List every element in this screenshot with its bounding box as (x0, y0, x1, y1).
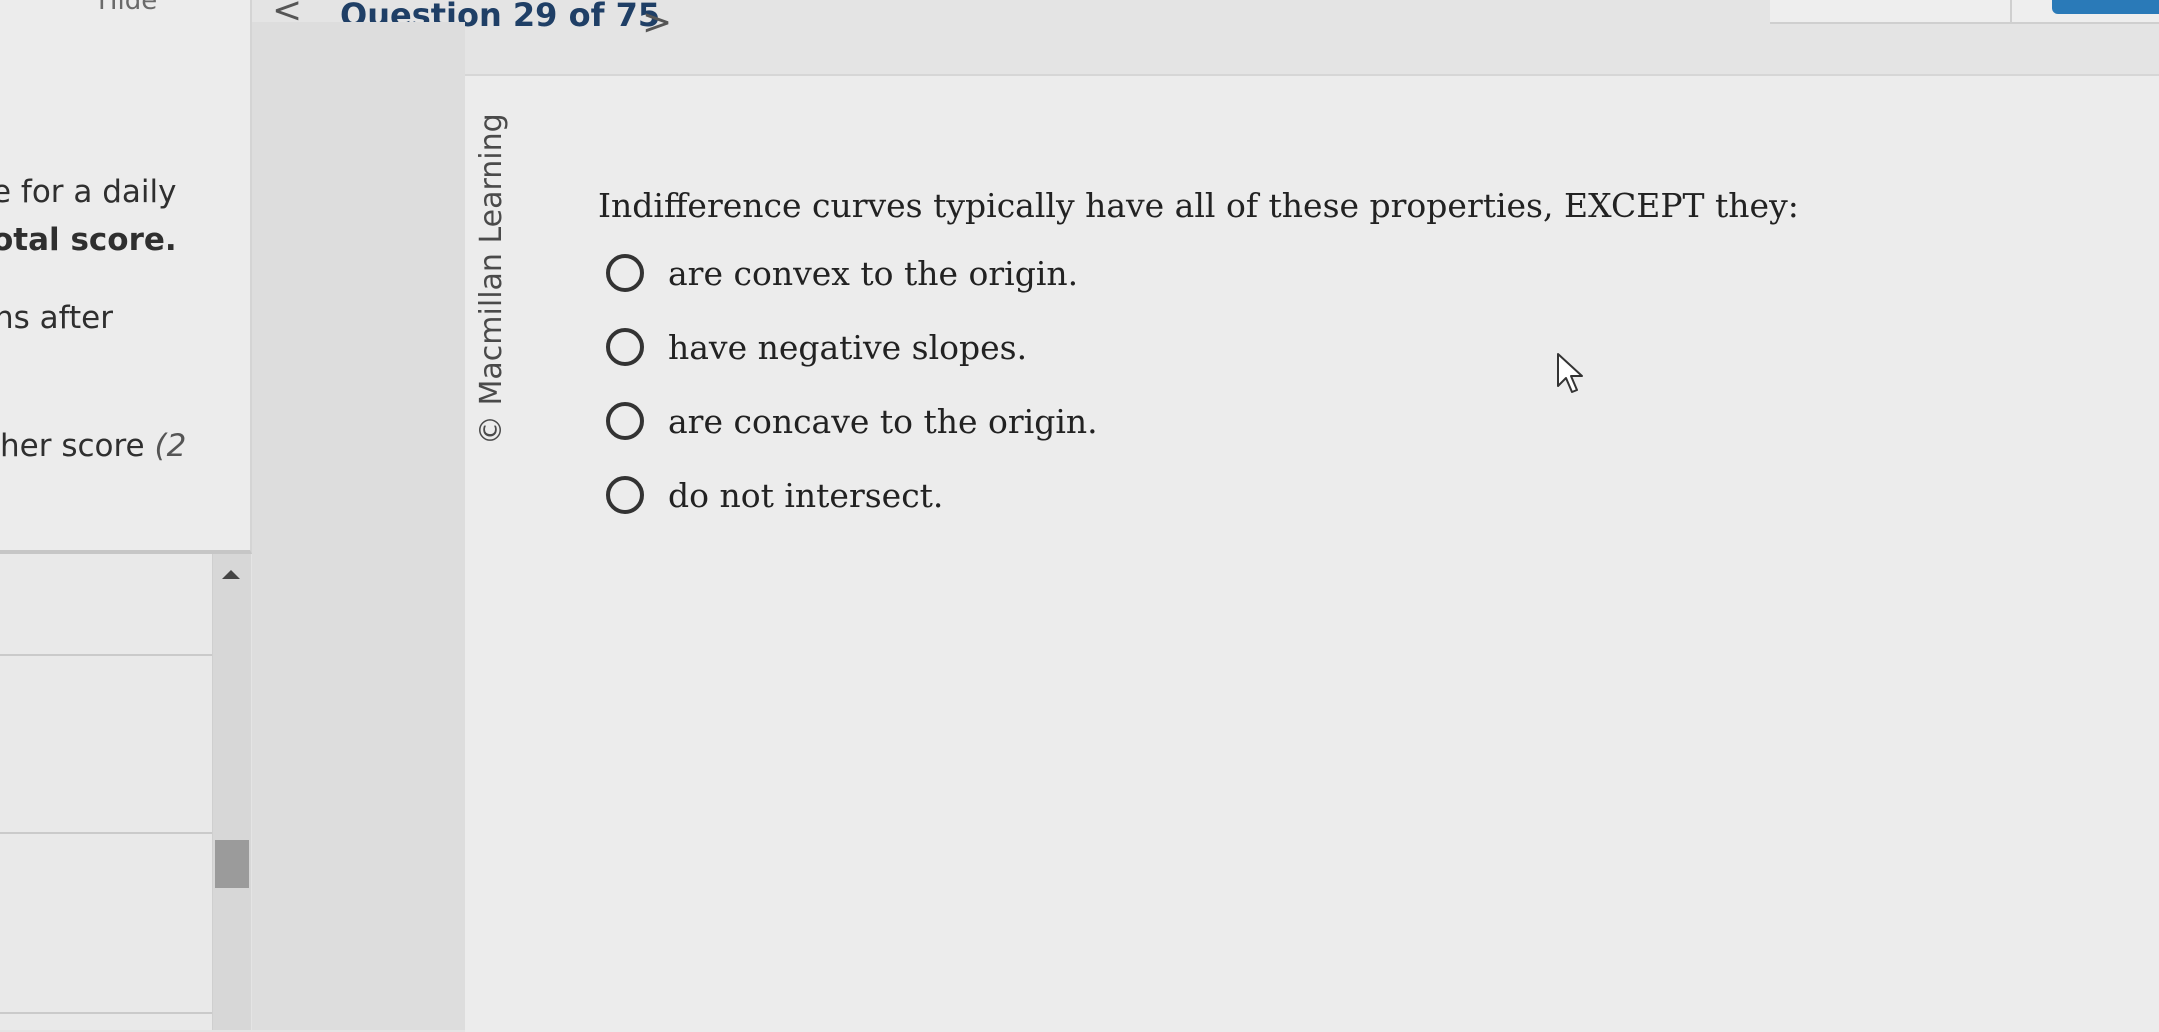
answer-option[interactable]: have negative slopes. (606, 310, 1098, 384)
arrow-cursor-icon (1557, 353, 1583, 393)
list-scrollbar[interactable] (213, 554, 251, 1030)
answer-option-label[interactable]: have negative slopes. (668, 328, 1027, 367)
toolbar-divider (2010, 0, 2012, 22)
top-action-button[interactable] (2052, 0, 2159, 14)
list-item[interactable] (0, 656, 212, 834)
list-item[interactable] (0, 834, 212, 1014)
instruction-line: e for a daily (0, 174, 177, 210)
list-item[interactable] (0, 554, 212, 656)
content-gutter (252, 22, 465, 1030)
next-question-button[interactable]: > (642, 2, 672, 43)
hide-link[interactable]: Hide (98, 0, 157, 16)
chevron-up-icon[interactable] (222, 570, 240, 579)
question-list (0, 554, 213, 1030)
answer-option-label[interactable]: do not intersect. (668, 476, 943, 515)
radio-unchecked-icon[interactable] (606, 254, 644, 292)
instruction-line: her score (2 (0, 428, 186, 464)
question-prompt: Indifference curves typically have all o… (598, 186, 1799, 225)
answer-option[interactable]: do not intersect. (606, 458, 1098, 532)
scroll-thumb[interactable] (215, 840, 249, 888)
radio-unchecked-icon[interactable] (606, 402, 644, 440)
radio-unchecked-icon[interactable] (606, 328, 644, 366)
instruction-line: ns after (0, 300, 113, 336)
answer-option-label[interactable]: are convex to the origin. (668, 254, 1078, 293)
answer-option[interactable]: are concave to the origin. (606, 384, 1098, 458)
answer-options: are convex to the origin. have negative … (606, 236, 1098, 532)
instruction-paren: (2 (154, 428, 187, 464)
answer-option-label[interactable]: are concave to the origin. (668, 402, 1098, 441)
radio-unchecked-icon[interactable] (606, 476, 644, 514)
instructions-panel: Hide e for a daily otal score. ns after … (0, 0, 252, 554)
instruction-text: her score (0, 428, 155, 464)
answer-option[interactable]: are convex to the origin. (606, 236, 1098, 310)
instruction-line: otal score. (0, 222, 177, 258)
copyright-notice: © Macmillan Learning (474, 113, 509, 445)
